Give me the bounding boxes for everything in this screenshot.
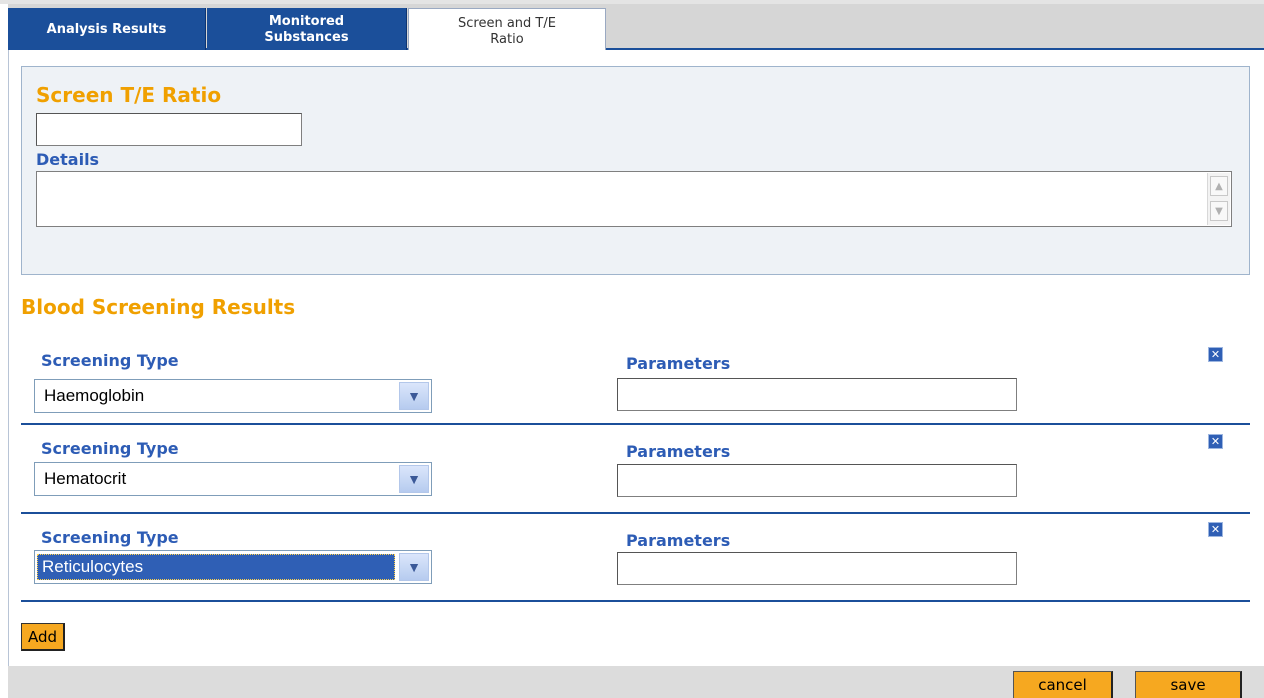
delete-row-icon[interactable]: ✕ xyxy=(1208,522,1223,537)
save-button[interactable]: save xyxy=(1135,671,1242,698)
details-scrollbar[interactable]: ▲ ▼ xyxy=(1207,173,1230,225)
tab-bar: Analysis Results Monitored Substances Sc… xyxy=(8,4,1264,54)
add-button[interactable]: Add xyxy=(21,623,66,651)
tab-analysis-results[interactable]: Analysis Results xyxy=(8,8,206,51)
screening-row: Screening Type Haemoglobin ▼ Parameters … xyxy=(21,335,1250,425)
te-ratio-title: Screen T/E Ratio xyxy=(36,83,222,107)
screening-type-select[interactable]: Hematocrit ▼ xyxy=(34,462,432,496)
details-label: Details xyxy=(36,150,100,169)
parameters-input[interactable] xyxy=(617,552,1017,585)
screening-type-label: Screening Type xyxy=(41,351,179,370)
screening-type-value: Haemoglobin xyxy=(44,386,145,405)
te-ratio-input[interactable] xyxy=(36,113,302,146)
tab-label: Analysis Results xyxy=(46,21,167,37)
scroll-down-icon[interactable]: ▼ xyxy=(1210,201,1228,221)
cancel-button[interactable]: cancel xyxy=(1013,671,1113,698)
tab-screen-te-ratio[interactable]: Screen and T/E Ratio xyxy=(408,8,606,54)
chevron-down-icon[interactable]: ▼ xyxy=(399,553,429,581)
screening-type-select[interactable]: Haemoglobin ▼ xyxy=(34,379,432,413)
details-textarea[interactable]: ▲ ▼ xyxy=(36,171,1232,227)
screening-type-label: Screening Type xyxy=(41,439,179,458)
screening-row: Screening Type Hematocrit ▼ Parameters ✕ xyxy=(21,424,1250,514)
parameters-input[interactable] xyxy=(617,378,1017,411)
tab-label: Monitored Substances xyxy=(264,13,349,45)
screening-row: Screening Type Reticulocytes ▼ Parameter… xyxy=(21,512,1250,602)
chevron-down-icon[interactable]: ▼ xyxy=(399,465,429,493)
parameters-label: Parameters xyxy=(626,354,731,373)
screening-type-select[interactable]: Reticulocytes ▼ xyxy=(34,550,432,584)
blood-screening-title: Blood Screening Results xyxy=(21,295,296,319)
screening-type-value: Hematocrit xyxy=(44,469,127,488)
te-ratio-box: Screen T/E Ratio Details ▲ ▼ xyxy=(21,66,1250,275)
parameters-input[interactable] xyxy=(617,464,1017,497)
delete-row-icon[interactable]: ✕ xyxy=(1208,347,1223,362)
bottom-bar: cancel save xyxy=(8,666,1264,698)
chevron-down-icon[interactable]: ▼ xyxy=(399,382,429,410)
tab-monitored-substances[interactable]: Monitored Substances xyxy=(207,8,407,51)
tab-panel: Screen T/E Ratio Details ▲ ▼ Blood Scree… xyxy=(8,50,1264,668)
parameters-label: Parameters xyxy=(626,442,731,461)
delete-row-icon[interactable]: ✕ xyxy=(1208,434,1223,449)
screening-type-value: Reticulocytes xyxy=(37,554,395,580)
parameters-label: Parameters xyxy=(626,531,731,550)
scroll-up-icon[interactable]: ▲ xyxy=(1210,176,1228,196)
tab-label: Screen and T/E Ratio xyxy=(458,15,556,47)
screening-type-label: Screening Type xyxy=(41,528,179,547)
